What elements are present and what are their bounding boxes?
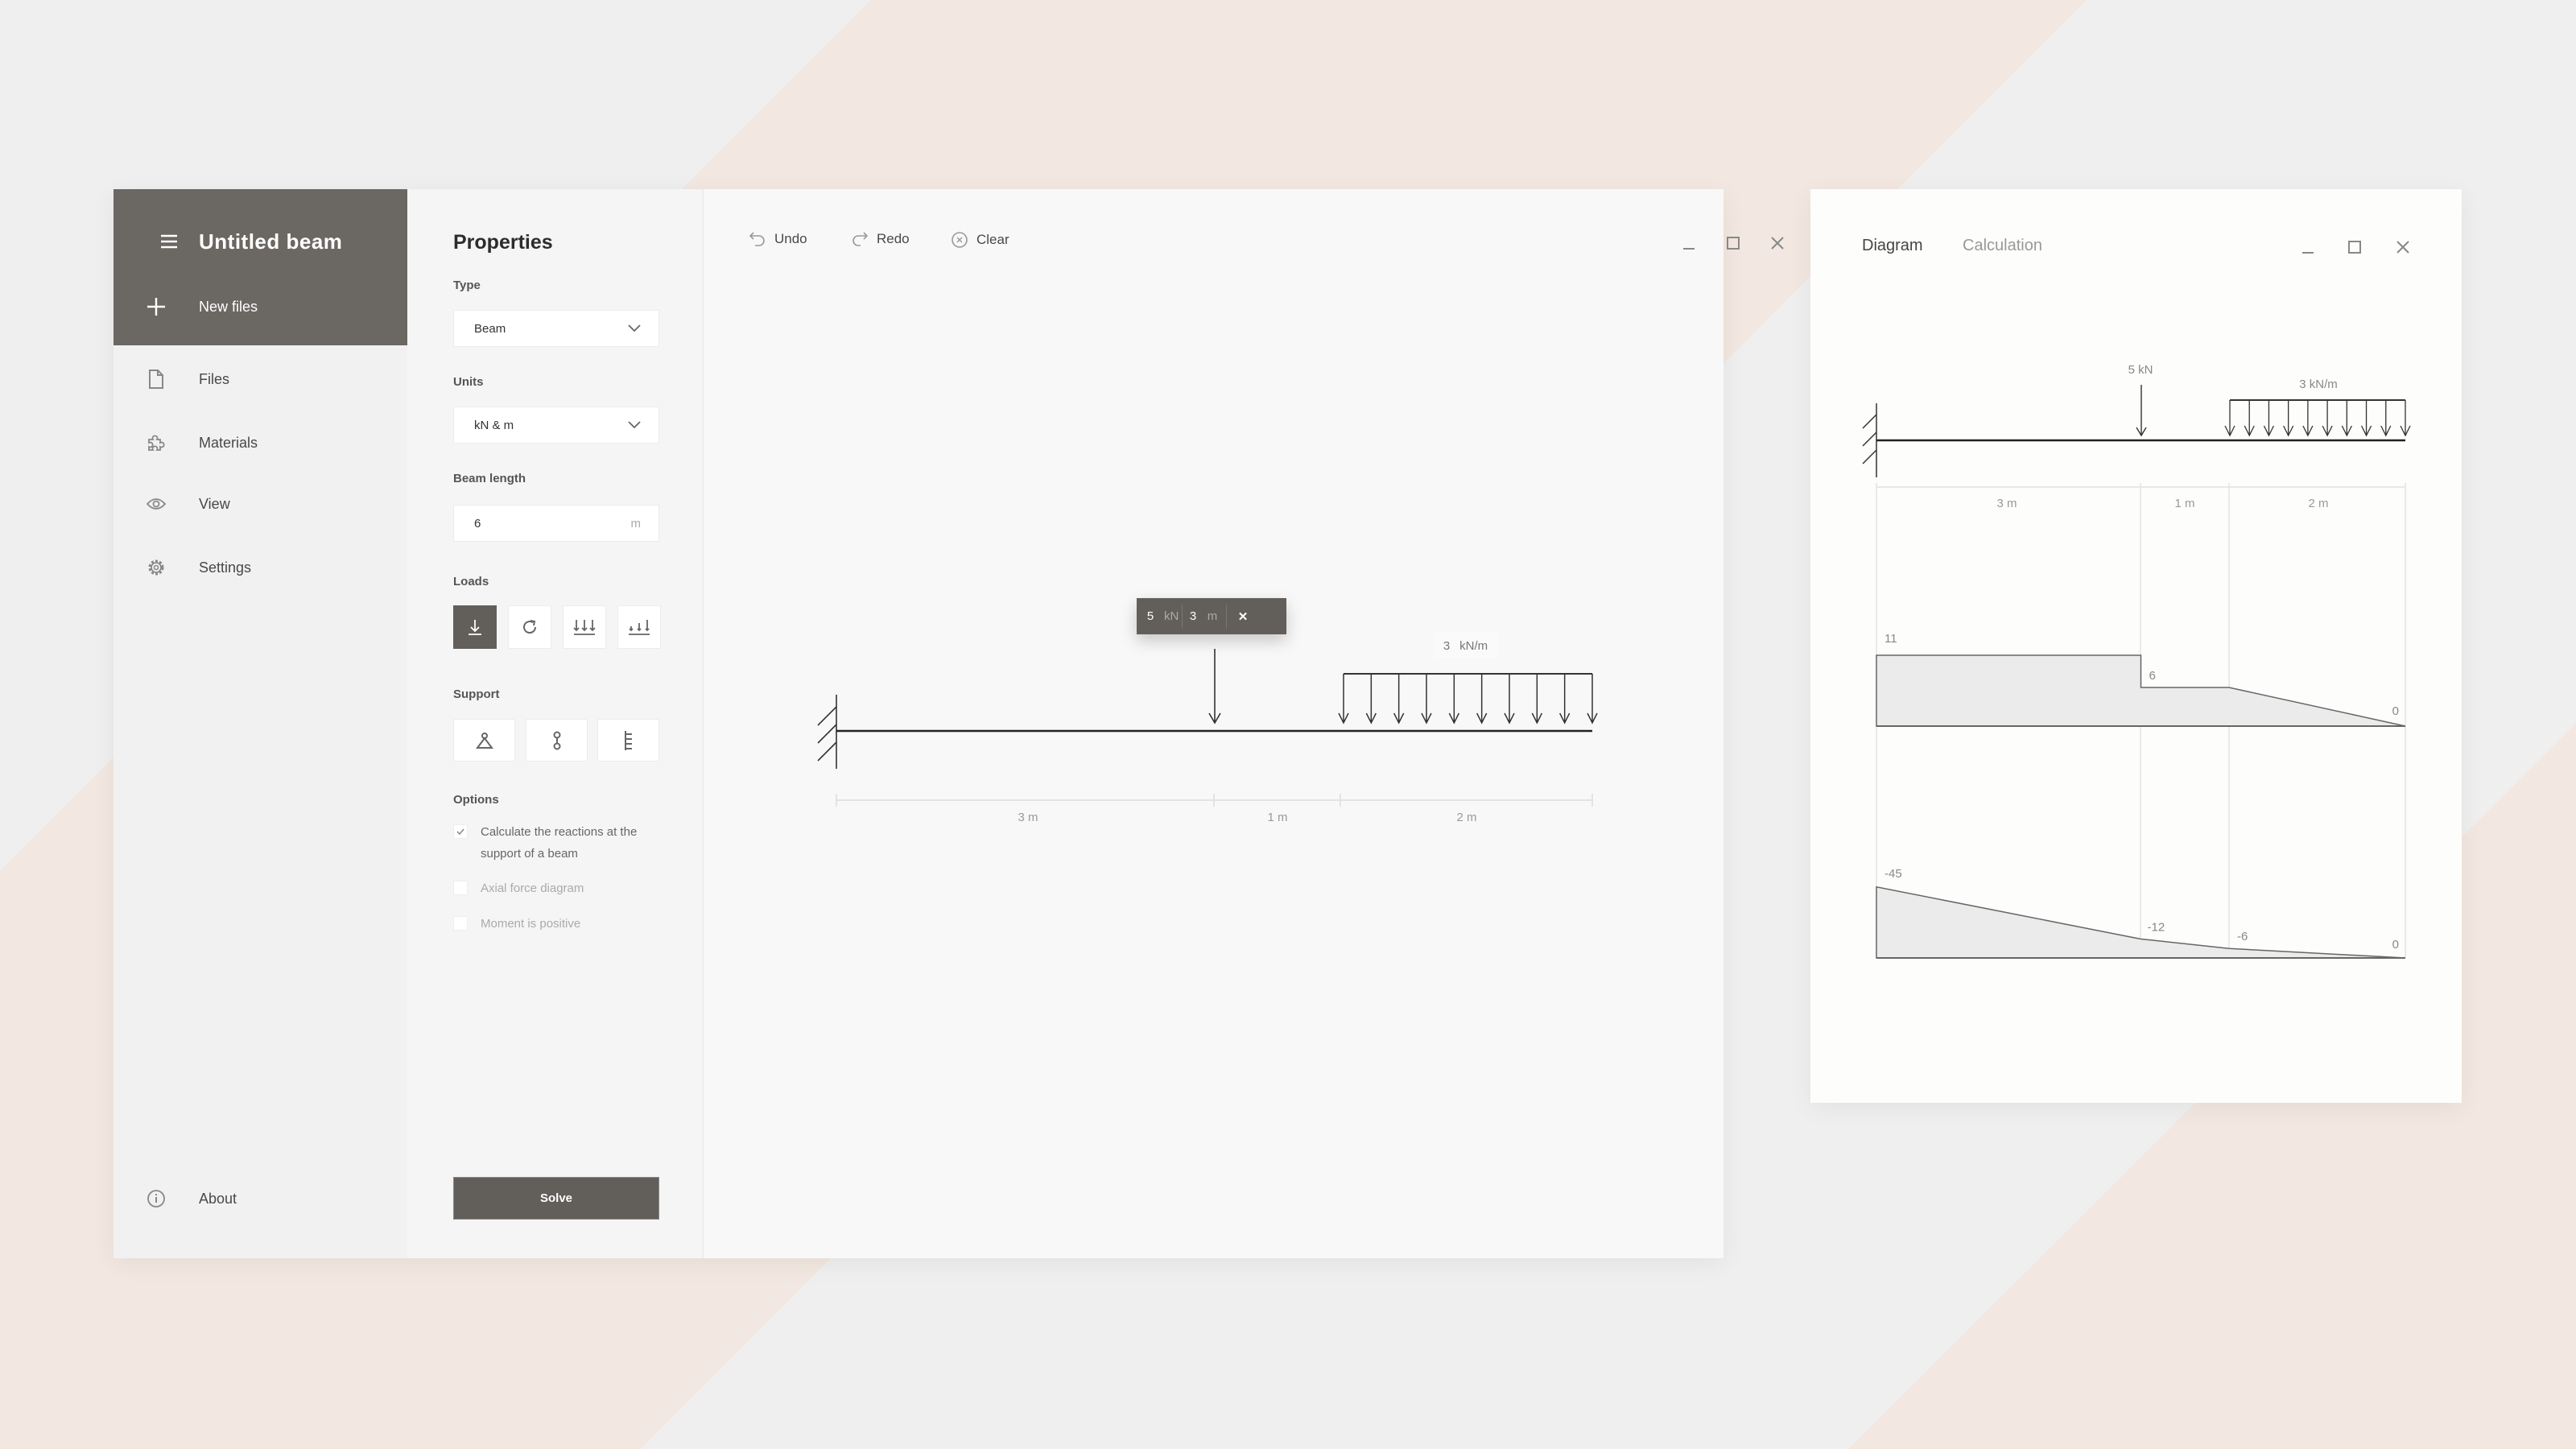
support-label: Support: [453, 687, 500, 701]
maximize-icon: [2348, 241, 2361, 254]
dist-load-value-box[interactable]: 3 kN/m: [1433, 633, 1498, 658]
tab-diagram[interactable]: Diagram: [1862, 237, 1923, 255]
checkbox[interactable]: [453, 881, 468, 895]
sidebar-item-label: Files: [199, 370, 230, 387]
option-reactions[interactable]: Calculate the reactions at the support o…: [453, 821, 663, 865]
new-files-label: New files: [199, 298, 258, 315]
beam-editor-canvas[interactable]: Undo Redo Clear: [704, 189, 1784, 1258]
close-button[interactable]: [1765, 231, 1790, 255]
maximize-button[interactable]: [1721, 231, 1745, 255]
checkbox-checked[interactable]: [453, 824, 468, 839]
position-value-input[interactable]: 3: [1183, 609, 1203, 623]
solve-button[interactable]: Solve: [453, 1177, 659, 1220]
sidebar-item-settings[interactable]: Settings: [114, 543, 407, 592]
redo-button[interactable]: Redo: [851, 231, 910, 247]
option-label: Calculate the reactions at the support o…: [481, 825, 638, 861]
checkmark-icon: [456, 828, 464, 835]
sidebar-item-label: About: [199, 1190, 237, 1207]
minimize-icon: [2302, 252, 2314, 254]
properties-title: Properties: [453, 231, 553, 254]
pin-support-icon: [475, 732, 493, 749]
point-load-icon: [469, 620, 481, 635]
file-icon: [114, 369, 199, 389]
roller-support-button[interactable]: [526, 719, 588, 762]
main-window: Untitled beam New files Files Materials …: [114, 189, 1784, 1258]
beam-length-input[interactable]: 6 m: [453, 505, 659, 542]
option-label: Axial force diagram: [481, 881, 584, 895]
sidebar-item-materials[interactable]: Materials: [114, 419, 407, 467]
pin-support-button[interactable]: [453, 719, 515, 762]
dist-load-unit: kN/m: [1459, 638, 1488, 653]
roller-support-icon: [553, 731, 560, 749]
option-moment-positive[interactable]: Moment is positive: [453, 913, 580, 935]
sidebar: Untitled beam New files Files Materials …: [114, 189, 407, 1258]
checkbox[interactable]: [453, 916, 468, 931]
maximize-icon: [1727, 237, 1740, 250]
beam-length-unit: m: [630, 516, 642, 530]
clear-label: Clear: [976, 232, 1009, 247]
close-icon: [1771, 237, 1784, 250]
load-edit-popup: 5 kN 3 m ✕: [1137, 598, 1286, 634]
clear-icon: [952, 232, 968, 248]
beam-length-value: 6: [474, 516, 481, 530]
sidebar-item-label: View: [199, 495, 230, 512]
dist-load-value: 3: [1443, 638, 1451, 653]
type-select[interactable]: Beam: [453, 310, 659, 347]
app-title: Untitled beam: [199, 229, 343, 254]
distributed-load-button[interactable]: [563, 605, 606, 649]
minimize-icon: [1683, 248, 1695, 250]
loads-label: Loads: [453, 575, 489, 588]
distributed-load-icon: [573, 620, 596, 635]
moment-load-button[interactable]: [508, 605, 551, 649]
puzzle-icon: [114, 433, 199, 452]
minimize-button[interactable]: [1677, 231, 1701, 255]
sidebar-item-about[interactable]: About: [114, 1174, 407, 1223]
hamburger-menu-icon[interactable]: [159, 233, 179, 250]
force-value-input[interactable]: 5: [1137, 609, 1164, 623]
undo-icon: [749, 232, 765, 246]
option-label: Moment is positive: [481, 917, 581, 931]
close-button[interactable]: [2391, 235, 2415, 259]
tab-calculation[interactable]: Calculation: [1963, 237, 2042, 255]
sidebar-header: Untitled beam New files: [114, 189, 407, 345]
undo-button[interactable]: Undo: [749, 231, 807, 247]
chevron-down-icon: [628, 324, 641, 332]
result-window: Diagram Calculation: [1810, 189, 2462, 1103]
redo-icon: [852, 232, 869, 246]
clear-button[interactable]: Clear: [951, 231, 1009, 249]
plus-icon: [114, 297, 199, 316]
gear-icon: [114, 558, 199, 577]
varying-load-icon: [629, 620, 650, 635]
moment-icon: [523, 620, 537, 634]
redo-label: Redo: [877, 231, 910, 246]
maximize-button[interactable]: [2343, 235, 2367, 259]
sidebar-item-files[interactable]: Files: [114, 355, 407, 403]
position-unit: m: [1207, 609, 1218, 623]
type-label: Type: [453, 279, 481, 292]
force-unit: kN: [1164, 609, 1179, 623]
units-select[interactable]: kN & m: [453, 407, 659, 444]
options-label: Options: [453, 793, 499, 807]
chevron-down-icon: [628, 421, 641, 429]
sidebar-item-view[interactable]: View: [114, 480, 407, 528]
fixed-support-icon: [624, 730, 632, 750]
varying-load-button[interactable]: [617, 605, 661, 649]
units-value: kN & m: [474, 418, 514, 432]
minimize-button[interactable]: [2296, 235, 2320, 259]
info-icon: [114, 1189, 199, 1208]
delete-load-button[interactable]: ✕: [1227, 609, 1259, 624]
point-load-button[interactable]: [453, 605, 497, 649]
properties-panel: Properties Type Beam Units kN & m Beam l…: [407, 189, 704, 1258]
option-axial-force[interactable]: Axial force diagram: [453, 877, 584, 899]
beam-length-label: Beam length: [453, 472, 526, 485]
close-icon: [2396, 241, 2409, 254]
undo-label: Undo: [774, 231, 807, 246]
sidebar-item-label: Settings: [199, 559, 252, 576]
eye-icon: [114, 497, 199, 510]
units-label: Units: [453, 375, 484, 389]
sidebar-item-label: Materials: [199, 434, 258, 451]
fixed-support-button[interactable]: [597, 719, 659, 762]
new-files-button[interactable]: New files: [114, 283, 407, 331]
type-value: Beam: [474, 321, 506, 336]
